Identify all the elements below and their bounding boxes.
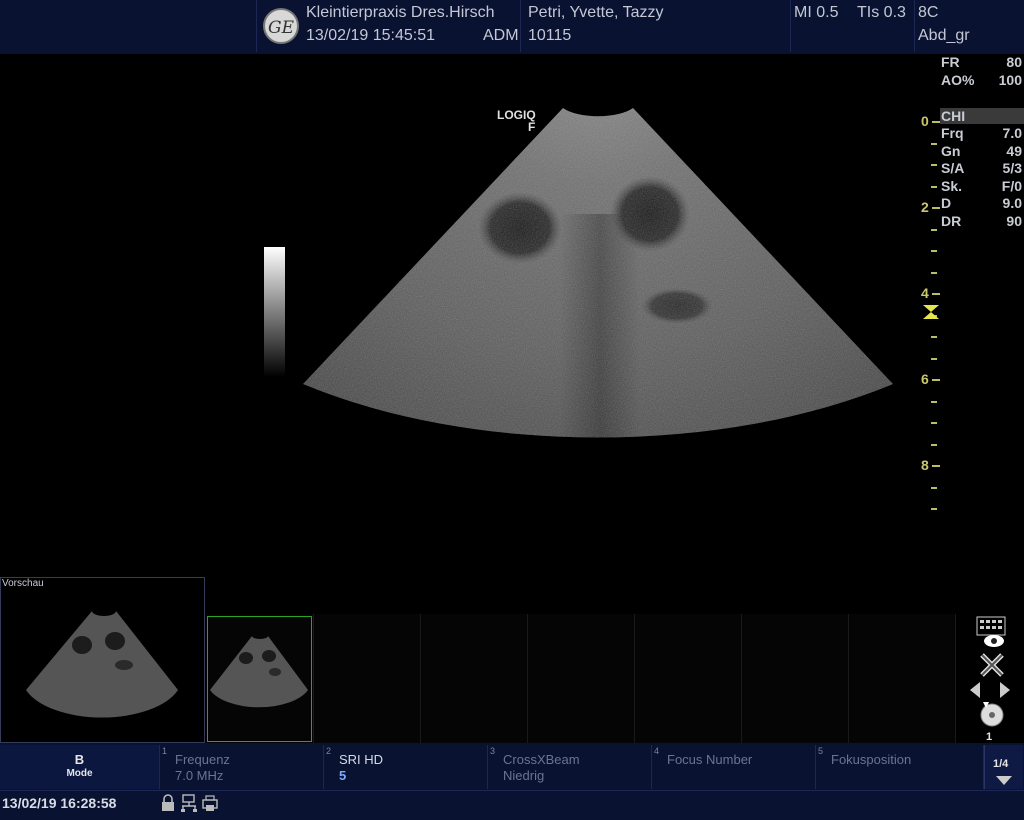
- thumbnail-slot-3[interactable]: [421, 614, 528, 744]
- review-grid-eye-icon[interactable]: [976, 616, 1006, 650]
- depth-minor-tick: [931, 164, 937, 166]
- depth-minor-tick: [931, 508, 937, 510]
- param-label: DR: [941, 213, 962, 229]
- patient-name: Petri, Yvette, Tazzy: [528, 4, 664, 21]
- depth-minor-tick: [931, 185, 937, 188]
- exam-datetime: 13/02/19 15:45:51: [306, 27, 436, 44]
- status-bar: [0, 790, 1024, 820]
- depth-major-tick: [932, 121, 940, 123]
- softkey-number: 3: [490, 746, 496, 756]
- thumbnail-image: [210, 636, 308, 708]
- param-label: CHI: [941, 108, 966, 124]
- printer-icon[interactable]: [201, 794, 219, 812]
- menu-page-down-icon[interactable]: [995, 774, 1013, 786]
- preview-page-number: 1: [986, 731, 993, 743]
- param-value: 80: [1006, 54, 1022, 70]
- thumbnail-slot-2[interactable]: [314, 614, 421, 744]
- ge-logo-icon: GE: [263, 8, 299, 44]
- param-label: S/A: [941, 160, 965, 176]
- param-value: 100: [998, 72, 1022, 88]
- depth-minor-tick: [931, 357, 937, 360]
- softkey-value: 7.0 MHz: [175, 768, 224, 783]
- menu-page-indicator: 1/4: [993, 758, 1009, 770]
- depth-minor-tick: [931, 400, 937, 403]
- depth-minor-tick: [931, 250, 937, 252]
- softkey-3[interactable]: 3 CrossXBeam Niedrig: [488, 745, 652, 789]
- depth-major-tick: [932, 379, 940, 381]
- softkey-number: 5: [818, 746, 824, 756]
- softkey-4[interactable]: 4 Focus Number: [652, 745, 816, 789]
- softkey-number: 2: [326, 746, 332, 756]
- depth-minor-tick: [931, 422, 937, 424]
- depth-label: 4: [921, 285, 929, 301]
- softkey-title: Fokusposition: [831, 752, 912, 767]
- param-label: FR: [941, 54, 960, 70]
- probe-label-sub: F: [528, 120, 536, 134]
- param-label: AO%: [941, 72, 975, 88]
- thumbnail-slot-4[interactable]: [528, 614, 635, 744]
- param-value: 90: [1006, 213, 1022, 229]
- softkey-title: Frequenz: [175, 752, 230, 767]
- depth-minor-tick: [931, 336, 937, 338]
- param-label: D: [941, 195, 952, 211]
- depth-label: 0: [921, 113, 929, 129]
- depth-major-tick: [932, 465, 940, 467]
- softkey-number: 4: [654, 746, 660, 756]
- probe-name: 8C: [918, 4, 939, 21]
- preview-image: [26, 611, 178, 718]
- lock-icon[interactable]: [160, 794, 176, 812]
- softkey-title: CrossXBeam: [503, 752, 580, 767]
- depth-label: 6: [921, 371, 929, 387]
- operator-id: ADM: [483, 27, 519, 44]
- depth-minor-tick: [931, 443, 937, 446]
- param-label: Gn: [941, 143, 961, 159]
- softkey-2[interactable]: 2 SRI HD 5: [324, 745, 488, 789]
- depth-minor-tick: [931, 486, 937, 489]
- navigate-arrows-icon[interactable]: [968, 680, 1012, 700]
- focus-marker-icon[interactable]: [922, 304, 940, 320]
- depth-major-tick: [932, 207, 940, 209]
- thermal-index: TIs 0.3: [857, 4, 906, 21]
- softkey-mode[interactable]: B Mode: [0, 745, 160, 789]
- depth-major-tick: [932, 293, 940, 295]
- patient-id: 10115: [528, 27, 572, 44]
- depth-minor-tick: [931, 271, 937, 274]
- thumbnail-slot-6[interactable]: [742, 614, 849, 744]
- param-value: 49: [1006, 143, 1022, 159]
- softkey-title: B: [74, 752, 85, 767]
- softkey-1[interactable]: 1 Frequenz 7.0 MHz: [160, 745, 324, 789]
- depth-minor-tick: [931, 142, 937, 145]
- preset-name: Abd_gr: [918, 27, 970, 44]
- param-value: 7.0: [1002, 125, 1022, 141]
- depth-label: 2: [921, 199, 929, 215]
- status-datetime: 13/02/19 16:28:58: [2, 795, 117, 811]
- param-value: F/0: [1001, 178, 1022, 194]
- param-label: Sk.: [941, 178, 963, 194]
- softkey-title: SRI HD: [339, 752, 384, 767]
- preview-label: Vorschau: [2, 578, 44, 589]
- softkey-value: Niedrig: [503, 768, 545, 783]
- softkey-title: Focus Number: [667, 752, 753, 767]
- softkey-5[interactable]: 5 Fokusposition: [816, 745, 984, 789]
- save-disc-icon[interactable]: [977, 700, 1007, 728]
- mechanical-index: MI 0.5: [794, 4, 839, 21]
- depth-label: 8: [921, 457, 929, 473]
- header-empty-cell: [0, 0, 257, 52]
- network-icon[interactable]: [180, 794, 198, 812]
- ultrasound-image[interactable]: [0, 54, 940, 614]
- param-value: 5/3: [1002, 160, 1022, 176]
- softkey-value: 5: [339, 768, 347, 783]
- clinic-name: Kleintierpraxis Dres.Hirsch: [306, 4, 495, 21]
- param-value: 9.0: [1002, 195, 1022, 211]
- softkey-number: 1: [162, 746, 168, 756]
- softkey-value: Mode: [66, 768, 93, 779]
- depth-minor-tick: [931, 228, 937, 231]
- thumbnail-slot-7[interactable]: [849, 614, 956, 744]
- param-label: Frq: [941, 125, 964, 141]
- grayscale-bar: [264, 247, 285, 377]
- thumbnail-slot-5[interactable]: [635, 614, 742, 744]
- delete-x-icon[interactable]: [979, 652, 1005, 678]
